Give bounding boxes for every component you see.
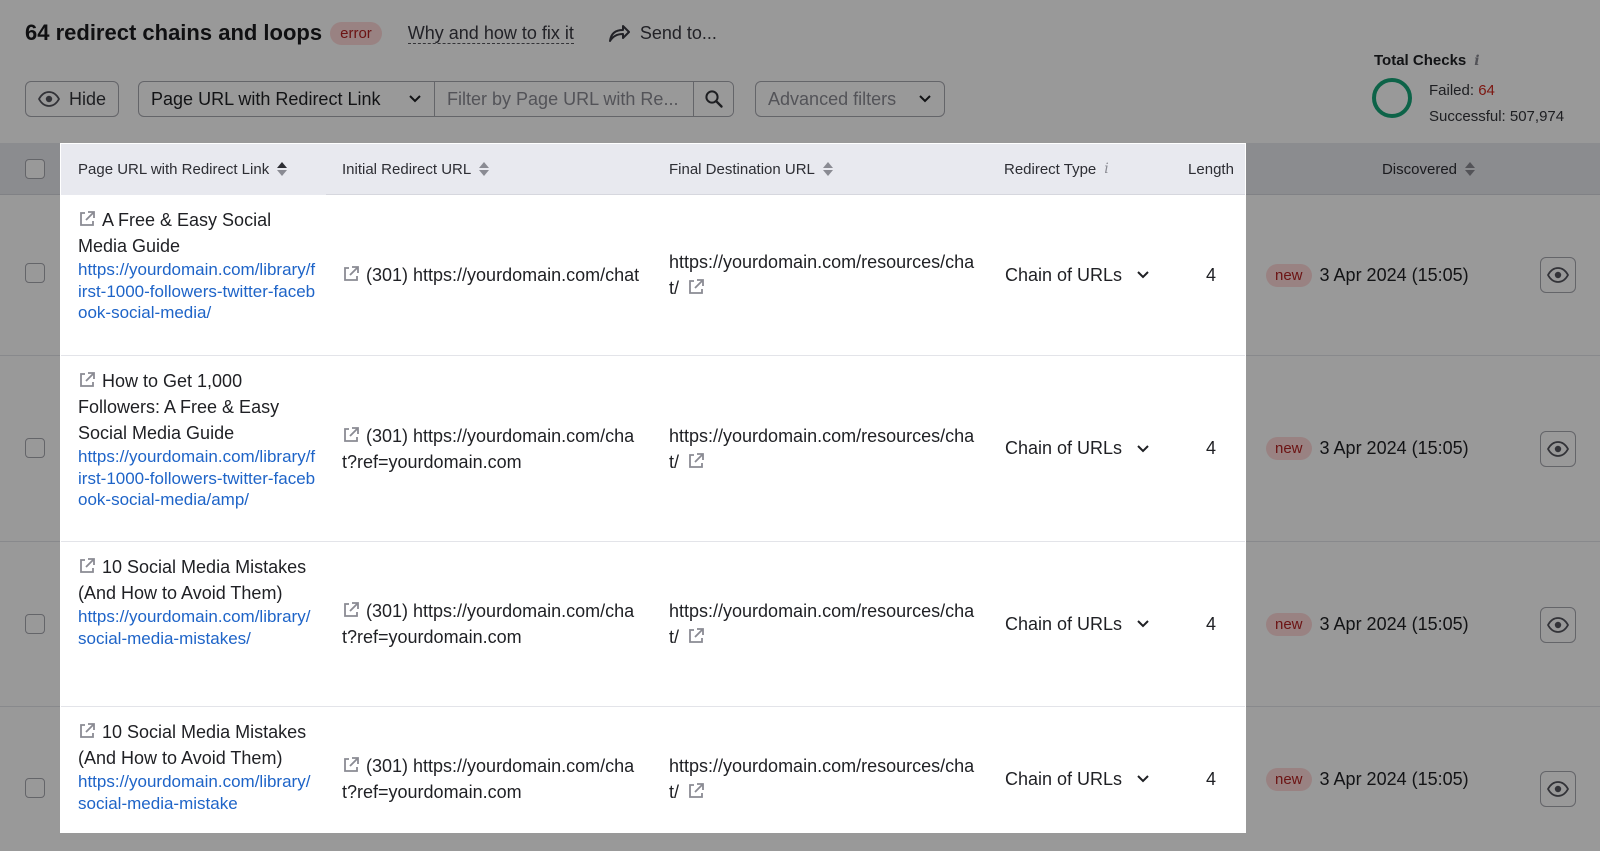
- dim-overlay-left: [0, 143, 60, 851]
- dim-overlay-bottom: [60, 833, 1246, 851]
- spotlight-highlight: [60, 143, 1246, 833]
- dim-overlay-right: [1246, 143, 1600, 851]
- dim-overlay-top: [0, 0, 1600, 143]
